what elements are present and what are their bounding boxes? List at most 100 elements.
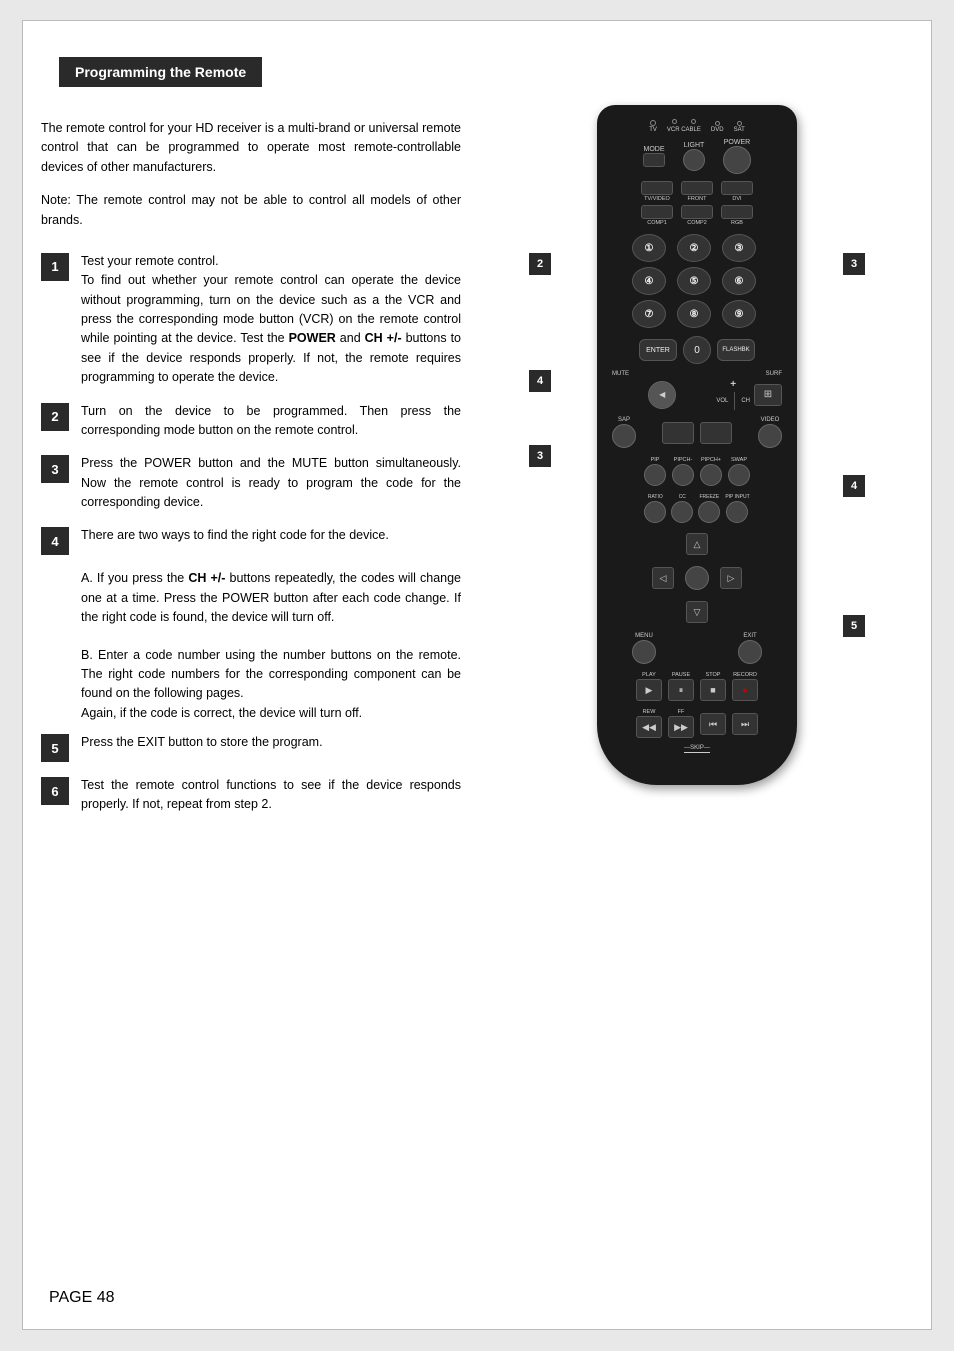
step-1-badge: 1 <box>41 253 69 281</box>
skip-prev-group: ⏮ <box>700 712 726 735</box>
pause-button[interactable]: ⏸ <box>668 679 694 701</box>
rew-button[interactable]: ◀◀ <box>636 716 662 738</box>
light-button[interactable] <box>683 149 705 171</box>
swap-button[interactable] <box>728 464 750 486</box>
num-2-button[interactable]: ② <box>677 234 711 262</box>
select-button[interactable] <box>685 566 709 590</box>
pause-group: PAUSE ⏸ <box>668 672 694 701</box>
skip-next-button[interactable]: ⏭ <box>732 713 758 735</box>
power-group: POWER <box>723 139 751 174</box>
tv-video-group: TV/VIDEO <box>641 181 673 202</box>
comp2-button[interactable] <box>681 205 713 219</box>
num-5-button[interactable]: ⑤ <box>677 267 711 295</box>
intro-note: Note: The remote control may not be able… <box>41 191 461 230</box>
ch-button[interactable] <box>700 422 732 444</box>
video-button[interactable] <box>758 424 782 448</box>
rew-label: REW <box>643 709 656 715</box>
pip-label: PIP <box>651 457 660 463</box>
pip-input-label: PIP INPUT <box>725 494 749 500</box>
rgb-group: RGB <box>721 205 753 226</box>
step-1-row: 1 Test your remote control. To find out … <box>41 252 461 388</box>
surf-label: SURF <box>766 371 782 377</box>
intro-paragraph1: The remote control for your HD receiver … <box>41 119 461 177</box>
vol-rocker <box>662 422 732 444</box>
step-5-badge: 5 <box>41 734 69 762</box>
ff-button[interactable]: ▶▶ <box>668 716 694 738</box>
sap-button[interactable] <box>612 424 636 448</box>
transport-row-1: PLAY ▶ PAUSE ⏸ STOP ■ RECORD <box>617 672 777 701</box>
arrow-right-button[interactable]: ▷ <box>720 567 742 589</box>
num-6-button[interactable]: ⑥ <box>722 267 756 295</box>
ratio-group: RATIO <box>644 494 666 523</box>
mode-button[interactable] <box>643 153 665 167</box>
exit-label: EXIT <box>743 633 756 639</box>
comp1-button[interactable] <box>641 205 673 219</box>
step-4a-text: A. If you press the CH +/- buttons repea… <box>81 569 461 627</box>
vcr-indicator: VCR CABLE <box>667 119 701 133</box>
tv-video-button[interactable] <box>641 181 673 195</box>
page-container: Programming the Remote The remote contro… <box>22 20 932 1330</box>
menu-exit-row: MENU EXIT <box>632 633 762 664</box>
num-3-button[interactable]: ③ <box>722 234 756 262</box>
freeze-button[interactable] <box>698 501 720 523</box>
step-6-text: Test the remote control functions to see… <box>81 776 461 815</box>
pipch-minus-button[interactable] <box>672 464 694 486</box>
rgb-button[interactable] <box>721 205 753 219</box>
ff-label: FF <box>678 709 685 715</box>
step-5-text: Press the EXIT button to store the progr… <box>81 733 323 752</box>
play-label: PLAY <box>642 672 656 678</box>
callout-2-top: 2 <box>529 253 551 275</box>
skip-label: —SKIP— <box>684 745 710 753</box>
page-number: PAGE 48 <box>49 1289 115 1306</box>
stop-button[interactable]: ■ <box>700 679 726 701</box>
step-6-badge: 6 <box>41 777 69 805</box>
light-group: LIGHT <box>683 142 705 171</box>
flashbk-button[interactable]: FLASHBK <box>717 339 755 361</box>
skip-next-group: ⏭ <box>732 712 758 735</box>
play-group: PLAY ▶ <box>636 672 662 701</box>
enter-button[interactable]: ENTER <box>639 339 677 361</box>
front-group: FRONT <box>681 181 713 202</box>
mode-label: MODE <box>643 146 665 153</box>
num-9-button[interactable]: ⑨ <box>722 300 756 328</box>
section-title: Programming the Remote <box>75 64 246 80</box>
num-4-button[interactable]: ④ <box>632 267 666 295</box>
menu-button[interactable] <box>632 640 656 664</box>
arrow-up-button[interactable]: △ <box>686 533 708 555</box>
cc-label: CC <box>679 494 686 500</box>
pipch-plus-button[interactable] <box>700 464 722 486</box>
step-2-row: 2 Turn on the device to be programmed. T… <box>41 402 461 441</box>
step-4b-text: B. Enter a code number using the number … <box>81 646 461 724</box>
mute-button[interactable]: ◀ <box>648 381 676 409</box>
num-1-button[interactable]: ① <box>632 234 666 262</box>
num-7-button[interactable]: ⑦ <box>632 300 666 328</box>
arrow-cluster: △ ◁ ▷ ▽ <box>652 533 742 623</box>
power-button[interactable] <box>723 146 751 174</box>
skip-prev-button[interactable]: ⏮ <box>700 713 726 735</box>
power-label: POWER <box>723 139 751 146</box>
ratio-button[interactable] <box>644 501 666 523</box>
section-header: Programming the Remote <box>59 57 262 87</box>
surf-button[interactable]: ⊞ <box>754 384 782 406</box>
cc-group: CC <box>671 494 693 523</box>
step-1-text: Test your remote control. To find out wh… <box>81 252 461 388</box>
step-2-badge: 2 <box>41 403 69 431</box>
callout-4-right: 4 <box>843 475 865 497</box>
record-button[interactable]: ● <box>732 679 758 701</box>
exit-button[interactable] <box>738 640 762 664</box>
freeze-label: FREEZE <box>699 494 719 500</box>
cc-button[interactable] <box>671 501 693 523</box>
num-8-button[interactable]: ⑧ <box>677 300 711 328</box>
pip-button[interactable] <box>644 464 666 486</box>
play-button[interactable]: ▶ <box>636 679 662 701</box>
pip-input-button[interactable] <box>726 501 748 523</box>
dvi-button[interactable] <box>721 181 753 195</box>
callout-3-top: 3 <box>843 253 865 275</box>
vol-button[interactable] <box>662 422 694 444</box>
step-6-row: 6 Test the remote control functions to s… <box>41 776 461 815</box>
front-button[interactable] <box>681 181 713 195</box>
input-row-1: TV/VIDEO FRONT DVI <box>641 181 753 202</box>
arrow-left-button[interactable]: ◁ <box>652 567 674 589</box>
arrow-down-button[interactable]: ▽ <box>686 601 708 623</box>
num-0-button[interactable]: 0 <box>683 336 711 364</box>
